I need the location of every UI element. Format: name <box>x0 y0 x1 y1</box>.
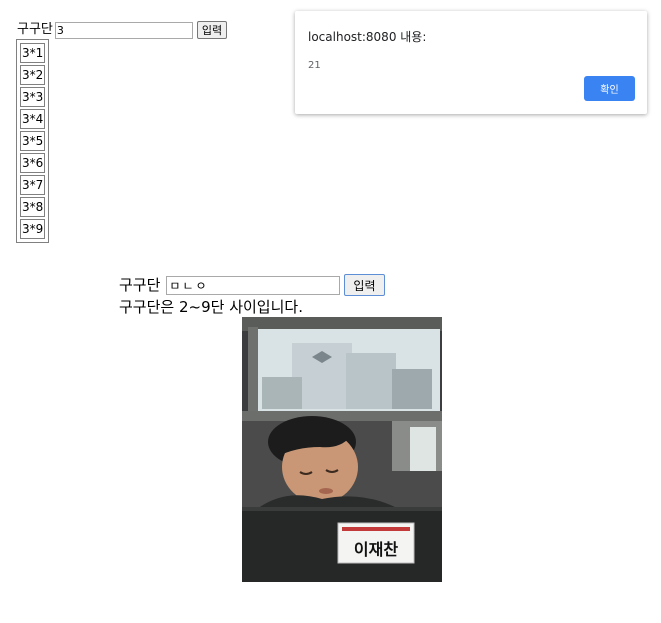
second-form: 구구단 입력 <box>119 274 385 296</box>
name-tag-text: 이재찬 <box>354 540 398 559</box>
gugudan-label: 구구단 <box>17 22 53 37</box>
result-table: 3*1 3*2 3*3 3*4 3*5 3*6 3*7 3*8 3*9 <box>16 39 50 243</box>
table-cell: 3*8 <box>20 197 46 217</box>
gugudan-input-2[interactable] <box>166 275 341 295</box>
table-cell: 3*9 <box>20 219 46 239</box>
table-cell: 3*1 <box>20 43 46 63</box>
alert-title: localhost:8080 내용: <box>308 30 427 44</box>
table-cell: 3*6 <box>20 153 46 173</box>
submit-button-2[interactable]: 입력 <box>344 274 385 296</box>
table-cell: 3*3 <box>20 87 46 107</box>
table-cell: 3*4 <box>20 109 46 129</box>
alert-ok-button[interactable]: 확인 <box>584 76 635 101</box>
gugudan-label-2: 구구단 <box>119 276 161 294</box>
table-cell: 3*2 <box>20 65 46 85</box>
alert-message: 21 <box>308 60 321 71</box>
notice-text: 구구단은 2~9단 사이입니다. <box>119 298 303 316</box>
table-cell: 3*7 <box>20 175 46 195</box>
table-cell: 3*5 <box>20 131 46 151</box>
photo: 이재찬 <box>242 317 442 582</box>
alert-dialog: localhost:8080 내용: 21 확인 <box>295 11 647 114</box>
top-form: 구구단 입력 <box>17 20 228 40</box>
gugudan-input[interactable] <box>54 21 193 39</box>
submit-button[interactable]: 입력 <box>196 21 228 39</box>
